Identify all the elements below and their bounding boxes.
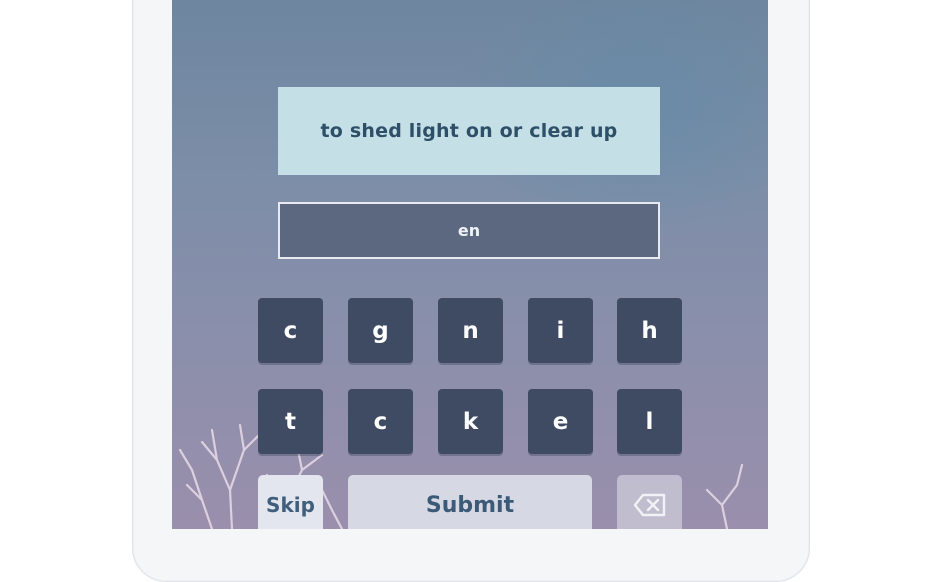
letter-key[interactable]: g <box>348 298 413 363</box>
letter-key[interactable]: n <box>438 298 503 363</box>
submit-label: Submit <box>425 492 515 518</box>
clue-box: to shed light on or clear up <box>278 87 660 175</box>
letter-key[interactable]: h <box>617 298 682 363</box>
letter-key[interactable]: c <box>258 298 323 363</box>
delete-button[interactable] <box>617 475 682 529</box>
backspace-icon <box>633 493 665 517</box>
game-screen: to shed light on or clear up en c g n i … <box>172 0 768 529</box>
answer-value: en <box>457 221 481 240</box>
answer-field[interactable]: en <box>278 202 660 259</box>
letter-key[interactable]: c <box>348 389 413 454</box>
letter-key[interactable]: i <box>528 298 593 363</box>
letter-key[interactable]: e <box>528 389 593 454</box>
clue-text: to shed light on or clear up <box>320 120 618 142</box>
letter-key[interactable]: l <box>617 389 682 454</box>
skip-label: Skip <box>266 493 315 517</box>
letter-key[interactable]: k <box>438 389 503 454</box>
letter-key[interactable]: t <box>258 389 323 454</box>
skip-button[interactable]: Skip <box>258 475 323 529</box>
submit-button[interactable]: Submit <box>348 475 592 529</box>
